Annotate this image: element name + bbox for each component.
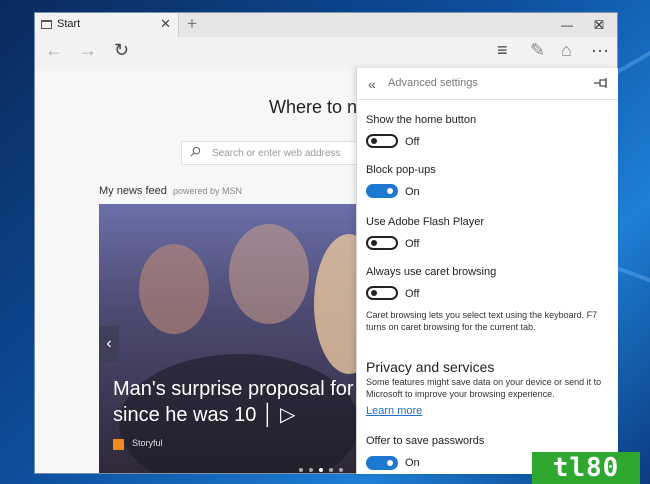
search-icon (190, 146, 201, 157)
caret-browsing-label: Always use caret browsing (366, 266, 497, 278)
toggle-knob (387, 460, 393, 466)
advanced-settings-panel: « Advanced settings Show the home button… (356, 68, 618, 474)
pin-icon[interactable] (594, 78, 608, 88)
toggle-knob (371, 138, 377, 144)
learn-more-link[interactable]: Learn more (366, 405, 422, 417)
save-passwords-toggle[interactable] (366, 456, 398, 470)
search-placeholder: Search or enter web address (212, 148, 341, 159)
panel-header: « Advanced settings (357, 68, 618, 100)
caret-browsing-state: Off (405, 288, 420, 300)
hub-icon[interactable]: ≡ (497, 40, 508, 61)
share-icon[interactable]: ⌂ (561, 40, 572, 61)
flash-player-toggle[interactable] (366, 236, 398, 250)
toggle-knob (387, 188, 393, 194)
forward-arrow-icon[interactable]: → (79, 40, 97, 61)
refresh-icon[interactable]: ↻ (114, 40, 129, 61)
caret-browsing-note: Caret browsing lets you select text usin… (366, 310, 598, 332)
minimize-button[interactable]: — (551, 13, 583, 37)
close-window-button[interactable]: ✕ (583, 13, 615, 37)
previous-story-button[interactable]: ‹ (99, 326, 119, 362)
news-feed-powered-by: powered by MSN (173, 186, 243, 196)
page-headline: Where to ne (269, 97, 368, 117)
news-hero-card[interactable]: ‹ Man's surprise proposal for since he w… (99, 204, 357, 473)
panel-title: Advanced settings (388, 77, 478, 89)
web-note-icon[interactable]: ✎ (530, 40, 545, 61)
carousel-dot[interactable] (339, 468, 343, 472)
toggle-knob (371, 290, 377, 296)
caret-browsing-toggle[interactable] (366, 286, 398, 300)
block-popups-state: On (405, 186, 420, 198)
new-tab-button[interactable]: + (187, 14, 197, 34)
more-actions-icon[interactable]: ··· (591, 40, 609, 61)
story-source: Storyful (132, 438, 163, 448)
save-passwords-state: On (405, 457, 420, 469)
title-bar: Start ✕ + — ☐ ✕ (35, 13, 617, 37)
storyful-logo-icon (113, 439, 124, 450)
carousel-dots (299, 459, 349, 473)
carousel-dot-active[interactable] (319, 468, 323, 472)
back-arrow-icon[interactable]: ← (45, 40, 63, 61)
tab-close-icon[interactable]: ✕ (160, 16, 171, 32)
carousel-dot[interactable] (299, 468, 303, 472)
home-button-label: Show the home button (366, 114, 477, 126)
back-chevron-icon[interactable]: « (368, 76, 376, 92)
privacy-section-title: Privacy and services (366, 359, 495, 375)
page-icon (41, 20, 52, 29)
photo-blur (229, 224, 309, 324)
home-button-state: Off (405, 136, 420, 148)
save-passwords-label: Offer to save passwords (366, 435, 485, 447)
flash-player-label: Use Adobe Flash Player (366, 216, 485, 228)
photo-blur (139, 244, 209, 334)
privacy-note: Some features might save data on your de… (366, 377, 602, 399)
news-feed-title: My news feed (99, 185, 167, 197)
hero-headline[interactable]: Man's surprise proposal for since he was… (113, 376, 354, 428)
site-watermark-logo: tl80 (532, 452, 640, 484)
toggle-knob (371, 240, 377, 246)
photo-blur (314, 234, 357, 374)
address-search-box[interactable]: Search or enter web address (181, 141, 381, 165)
hero-headline-line-1: Man's surprise proposal for (113, 378, 354, 400)
block-popups-label: Block pop-ups (366, 164, 436, 176)
tab-start[interactable]: Start ✕ (35, 13, 179, 37)
carousel-dot[interactable] (309, 468, 313, 472)
home-button-toggle[interactable] (366, 134, 398, 148)
carousel-dot[interactable] (329, 468, 333, 472)
tab-title: Start (57, 18, 81, 30)
hero-headline-line-2: since he was 10 │ ▷ (113, 404, 296, 426)
block-popups-toggle[interactable] (366, 184, 398, 198)
flash-player-state: Off (405, 238, 420, 250)
navigation-toolbar: ← → ↻ ≡ ✎ ⌂ ··· (35, 37, 617, 69)
